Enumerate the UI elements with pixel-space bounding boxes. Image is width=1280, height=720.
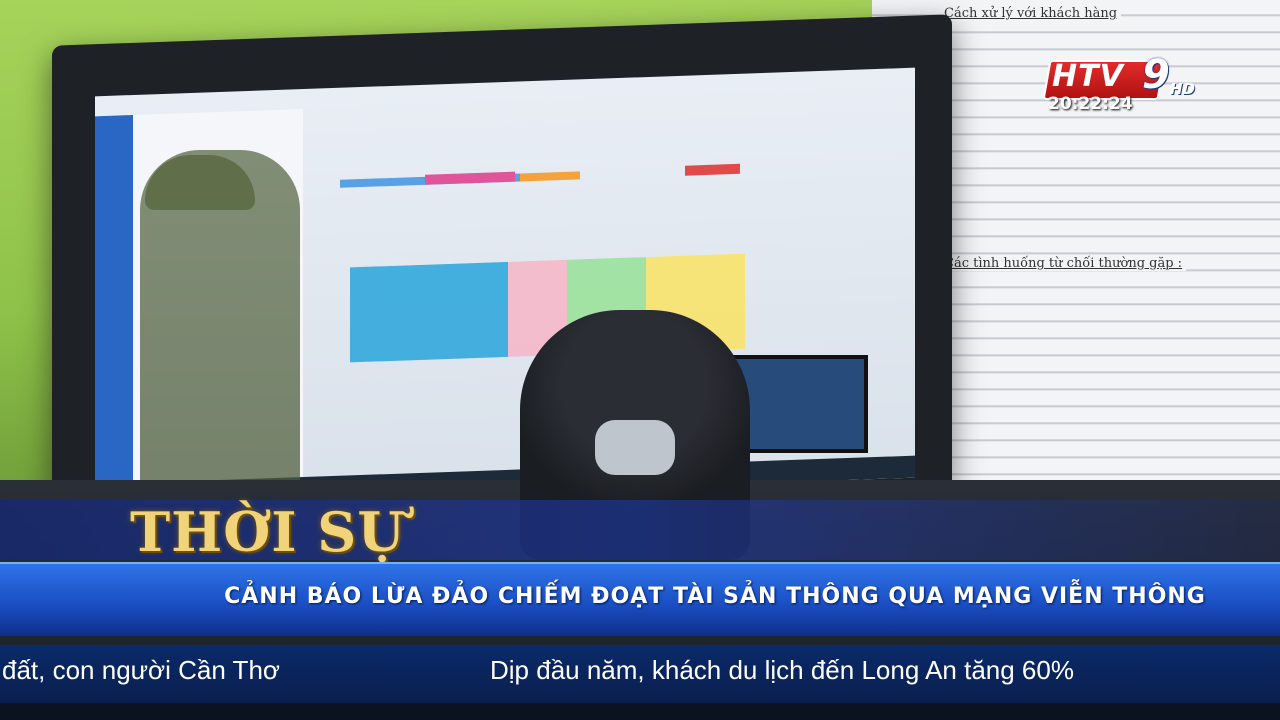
background-monitor xyxy=(730,355,868,453)
screen-color-bar xyxy=(520,171,580,182)
document-heading: Cách xử lý với khách hàng xyxy=(940,6,1122,21)
document-subheading: Các tình huống từ chối thường gặp : xyxy=(940,256,1187,271)
news-headline: CẢNH BÁO LỪA ĐẢO CHIẾM ĐOẠT TÀI SẢN THÔN… xyxy=(224,584,1206,609)
bottom-strip xyxy=(0,703,1280,720)
broadcast-clock: 20:22:24 xyxy=(1048,94,1133,114)
screen-color-bar xyxy=(685,163,740,176)
face-mask xyxy=(595,420,675,475)
logo-number: 9 xyxy=(1142,52,1170,98)
program-title: THỜI SỰ xyxy=(130,500,406,564)
screen-color-bar xyxy=(425,171,515,185)
logo-text: HTV xyxy=(1052,59,1124,94)
logo-hd: HD xyxy=(1170,80,1196,98)
ticker-item: Dịp đầu năm, khách du lịch đến Long An t… xyxy=(490,655,1074,685)
chat-app-sidebar xyxy=(95,114,133,507)
ticker-item: đất, con người Cần Thơ xyxy=(2,655,280,685)
